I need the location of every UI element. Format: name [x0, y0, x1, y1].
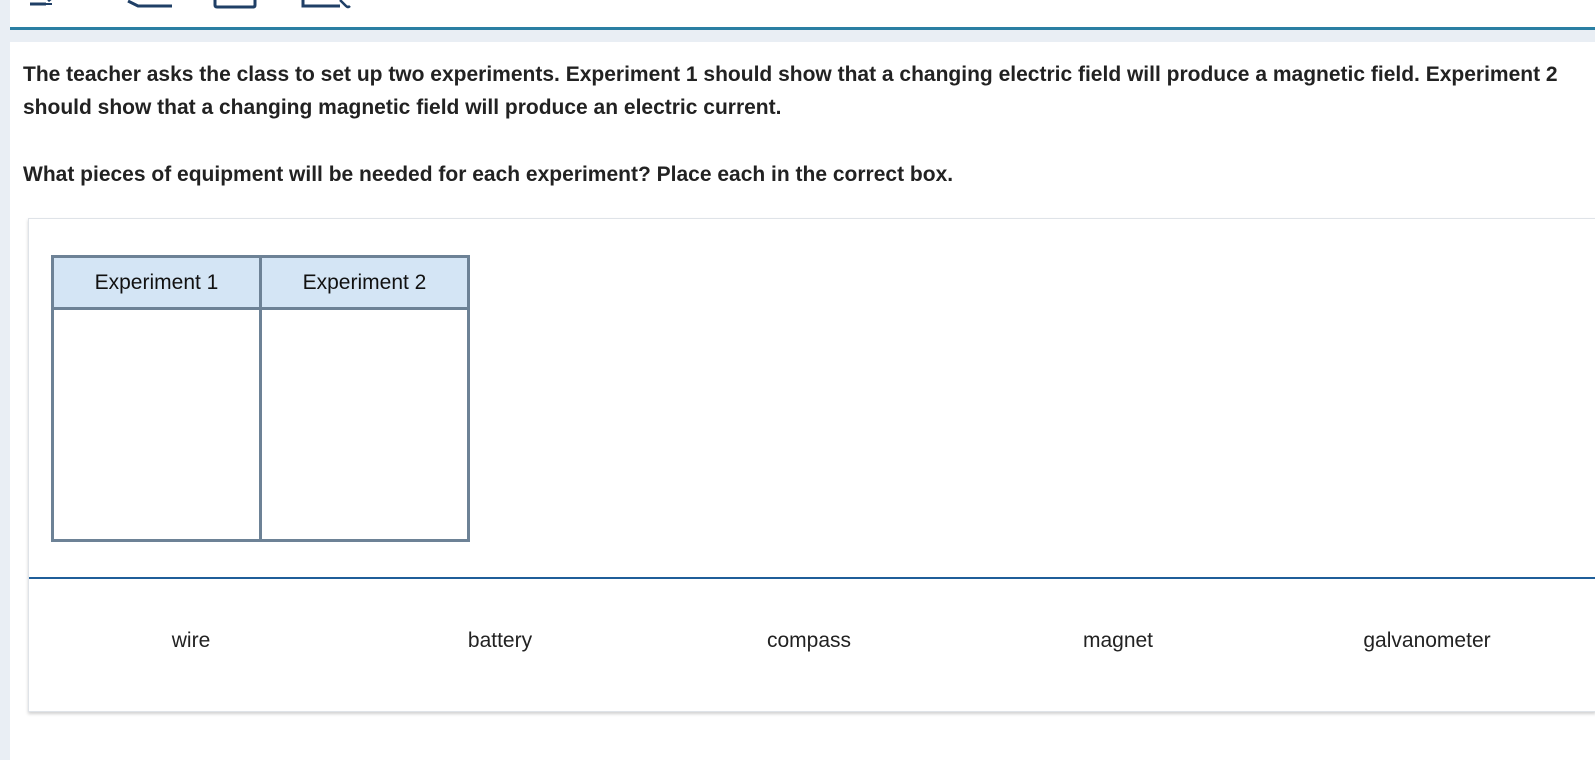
notepad-icon[interactable] [300, 0, 354, 10]
bank-divider [29, 577, 1595, 579]
bank-item-magnet[interactable]: magnet [1073, 619, 1163, 663]
question-instruction: What pieces of equipment will be needed … [23, 163, 954, 186]
bank-item-battery[interactable]: battery [458, 619, 542, 663]
bank-item-compass[interactable]: compass [757, 619, 861, 663]
bank-item-wire[interactable]: wire [162, 619, 221, 663]
toolbar [10, 0, 1595, 30]
experiment-2-drop-zone[interactable] [259, 307, 470, 542]
drag-drop-card: Experiment 1 Experiment 2 wire battery c… [28, 218, 1595, 712]
bank-item-galvanometer[interactable]: galvanometer [1353, 619, 1500, 663]
print-icon[interactable] [212, 0, 258, 10]
question-stem: The teacher asks the class to set up two… [23, 63, 1558, 119]
experiment-1-header: Experiment 1 [51, 255, 262, 310]
pencil-icon[interactable] [28, 0, 58, 10]
answer-bank: wire battery compass magnet galvanometer [29, 619, 1595, 663]
line-reader-icon[interactable] [124, 0, 174, 10]
experiment-2-header: Experiment 2 [259, 255, 470, 310]
experiment-1-drop-zone[interactable] [51, 307, 262, 542]
experiment-table: Experiment 1 Experiment 2 [51, 255, 470, 542]
question-content: The teacher asks the class to set up two… [10, 42, 1595, 760]
